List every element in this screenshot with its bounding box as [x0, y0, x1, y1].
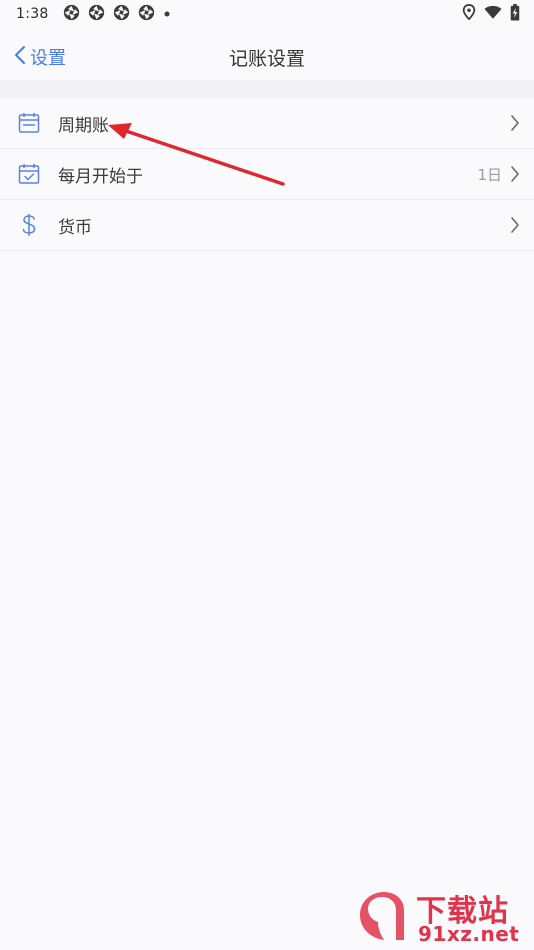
location-icon [462, 3, 476, 24]
nav-bar: 设置 记账设置 [0, 28, 534, 84]
chevron-right-icon [510, 216, 520, 234]
status-system-icons [462, 3, 520, 25]
battery-charging-icon [510, 3, 520, 25]
settings-row-label: 货币 [58, 217, 92, 238]
settings-row-label: 每月开始于 [58, 166, 143, 187]
settings-row-periodic-account[interactable]: 周期账 [0, 98, 534, 149]
calendar-check-icon [17, 162, 41, 186]
section-divider [0, 80, 534, 98]
aperture-icon [88, 4, 105, 25]
settings-list: 周期账 每月开始于 1日 货币 [0, 98, 534, 251]
calendar-icon [17, 111, 41, 135]
chevron-right-icon [510, 165, 520, 183]
chevron-right-icon [510, 114, 520, 132]
watermark: 下载站 91xz.net [356, 886, 528, 946]
settings-row-currency[interactable]: 货币 [0, 200, 534, 251]
wifi-icon [484, 5, 502, 24]
aperture-icon [113, 4, 130, 25]
status-time: 1:38 [16, 6, 49, 22]
watermark-url: 91xz.net [418, 922, 520, 946]
settings-row-label: 周期账 [58, 115, 109, 136]
status-notification-icons [63, 4, 171, 25]
aperture-icon [63, 4, 80, 25]
dot-icon [163, 6, 171, 22]
settings-row-month-start[interactable]: 每月开始于 1日 [0, 149, 534, 200]
status-bar: 1:38 [0, 0, 534, 28]
watermark-logo-icon [360, 892, 404, 940]
settings-row-value: 1日 [477, 165, 502, 184]
dollar-icon [17, 213, 41, 237]
page-title: 记账设置 [228, 48, 305, 70]
aperture-icon [138, 4, 155, 25]
